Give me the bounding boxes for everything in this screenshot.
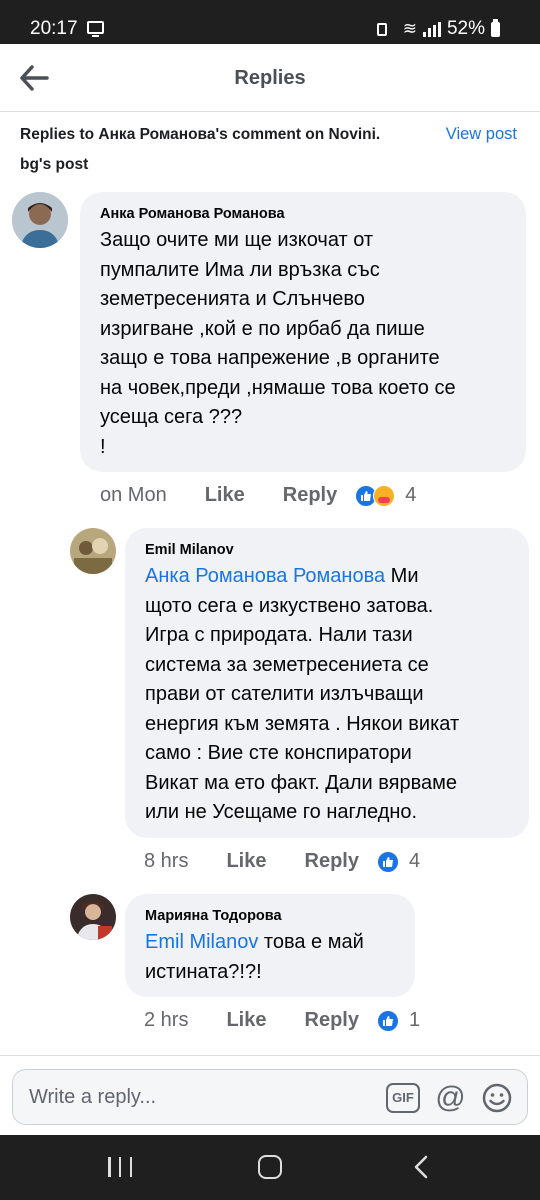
like-reaction-icon: [376, 850, 399, 873]
reactions-icons[interactable]: [376, 850, 399, 873]
replies-context-text: Replies to Анка Романова's comment on No…: [20, 126, 381, 173]
signal-icon: [422, 21, 441, 37]
reply-button[interactable]: Reply: [283, 484, 337, 507]
reply-input[interactable]: Write a reply... GIF @: [12, 1069, 528, 1125]
like-button[interactable]: Like: [226, 850, 266, 873]
emoji-icon[interactable]: [481, 1082, 513, 1114]
care-reaction-icon: [373, 484, 396, 507]
home-icon[interactable]: [258, 1155, 282, 1179]
header-bar: Replies: [0, 44, 540, 112]
comment-text: Анка Романова Романова Ми щото сега е из…: [145, 562, 509, 828]
comment-text: Защо очите ми ще изкочат от пумпалите Им…: [100, 229, 456, 458]
reaction-count: 4: [408, 850, 421, 872]
view-post-link[interactable]: View post: [446, 125, 517, 144]
like-button[interactable]: Like: [226, 1009, 266, 1032]
reactions-icons[interactable]: [355, 484, 396, 507]
status-bar: 20:17 ≋ 52%: [0, 0, 540, 44]
reply-placeholder: Write a reply...: [29, 1086, 157, 1108]
mention-link[interactable]: Анка Романова Романова: [145, 565, 385, 587]
battery-percent: 52%: [446, 18, 485, 39]
gif-button[interactable]: GIF: [386, 1083, 420, 1113]
recents-icon[interactable]: [108, 1157, 132, 1177]
screen-cast-icon: [87, 21, 104, 37]
lock-icon: [376, 22, 387, 36]
system-nav-bar: [0, 1135, 540, 1200]
reply-button[interactable]: Reply: [305, 1009, 359, 1032]
comment-author[interactable]: Emil Milanov: [145, 542, 509, 558]
like-reaction-icon: [376, 1009, 399, 1032]
comment-author[interactable]: Анка Романова Романова: [100, 206, 506, 222]
reply-composer: Write a reply... GIF @: [0, 1055, 540, 1135]
comment-author[interactable]: Марияна Тодорова: [145, 908, 395, 924]
reaction-count: 4: [405, 484, 417, 506]
avatar[interactable]: [12, 192, 68, 248]
comment-bubble: Марияна Тодорова Emil Milanov това е май…: [125, 894, 415, 997]
comment-actions: 8 hrs Like Reply 4: [144, 850, 420, 873]
status-icons: ≋ 52%: [376, 18, 500, 40]
comment-text-rest: Ми щото сега е изкуствено затова. Игра с…: [145, 565, 460, 823]
comment-time[interactable]: 2 hrs: [144, 1009, 188, 1032]
comment-text: Emil Milanov това е май истината?!?!: [145, 928, 395, 987]
comment-time[interactable]: on Mon: [100, 484, 167, 507]
battery-icon: [491, 18, 500, 37]
status-time: 20:17: [30, 18, 78, 39]
wifi-icon: ≋: [402, 19, 417, 38]
avatar[interactable]: [70, 528, 116, 574]
replies-context: Replies to Анка Романова's comment on No…: [20, 120, 520, 180]
mention-button[interactable]: @: [433, 1080, 468, 1115]
comment-bubble: Emil Milanov Анка Романова Романова Ми щ…: [125, 528, 529, 838]
reply-button[interactable]: Reply: [305, 850, 359, 873]
back-icon[interactable]: [410, 1155, 434, 1179]
reactions-icons[interactable]: [376, 1009, 399, 1032]
comment-bubble: Анка Романова Романова Защо очите ми ще …: [80, 192, 526, 472]
comment-actions: on Mon Like Reply 4: [100, 484, 416, 507]
comment-time[interactable]: 8 hrs: [144, 850, 188, 873]
page-title: Replies: [234, 67, 306, 89]
avatar[interactable]: [70, 894, 116, 940]
mention-link[interactable]: Emil Milanov: [145, 931, 258, 953]
reaction-count: 1: [408, 1009, 421, 1031]
comment-actions: 2 hrs Like Reply 1: [144, 1009, 420, 1032]
like-button[interactable]: Like: [205, 484, 245, 507]
